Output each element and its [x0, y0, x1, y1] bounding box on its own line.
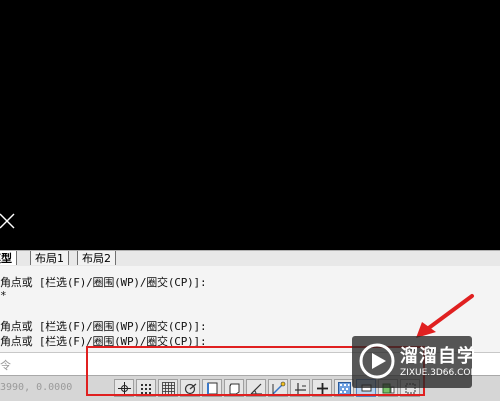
command-history-line: 角点或 [栏选(F)/圈围(WP)/圈交(CP)]: [0, 276, 207, 289]
ucs-icon [0, 213, 15, 229]
tab-model[interactable]: 模型 [0, 251, 17, 265]
layout-tab-bar: 模型 布局1 布局2 [0, 250, 500, 267]
watermark-url: ZIXUE.3D66.COM [400, 368, 479, 378]
tab-layout1[interactable]: 布局1 [30, 251, 69, 265]
command-history-line: 角点或 [栏选(F)/圈围(WP)/圈交(CP)]: [0, 320, 207, 333]
watermark-brand: 溜溜自学 [400, 346, 476, 367]
command-prompt: 令 [0, 359, 11, 372]
coordinate-readout: 3990, 0.0000 [0, 382, 73, 393]
watermark: 溜溜自学 ZIXUE.3D66.COM [352, 336, 478, 388]
play-logo-icon [359, 343, 395, 379]
tab-layout2[interactable]: 布局2 [77, 251, 116, 265]
command-history-line: * [0, 289, 7, 302]
model-space-canvas[interactable] [0, 0, 500, 250]
red-arrow-icon [416, 294, 474, 338]
